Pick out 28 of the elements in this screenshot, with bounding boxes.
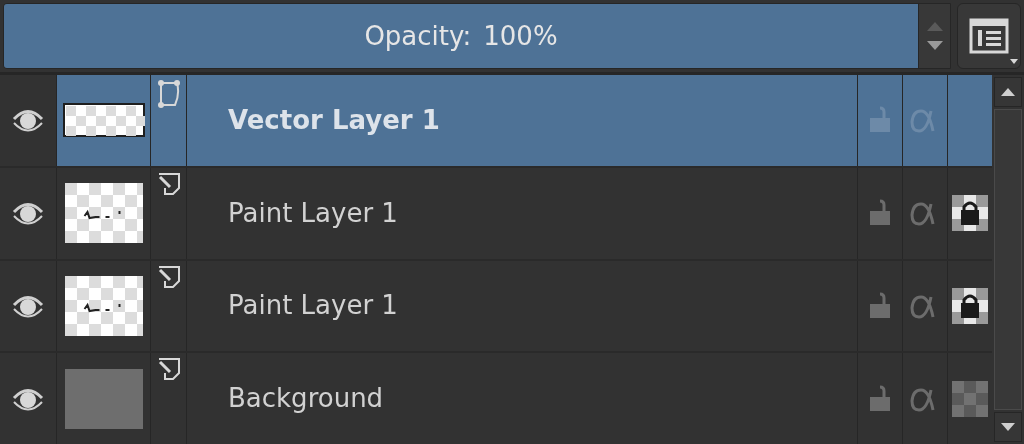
unlocked-icon[interactable] bbox=[868, 291, 892, 320]
scroll-up-button[interactable] bbox=[994, 77, 1022, 107]
alpha-lock-icon[interactable] bbox=[952, 287, 988, 324]
scrollbar[interactable] bbox=[992, 75, 1024, 444]
layer-name: Background bbox=[228, 382, 384, 416]
spin-buttons[interactable] bbox=[918, 4, 950, 68]
alpha-lock-icon[interactable] bbox=[952, 195, 988, 232]
scroll-down-button[interactable] bbox=[994, 412, 1022, 442]
opacity-label: Opacity: bbox=[364, 19, 472, 53]
spin-up-icon bbox=[926, 22, 943, 31]
unlocked-icon[interactable] bbox=[868, 199, 892, 228]
unlocked-icon[interactable] bbox=[868, 384, 892, 413]
alpha-unlocked-icon[interactable] bbox=[952, 380, 988, 417]
spin-down-icon bbox=[926, 41, 943, 50]
list-view-icon bbox=[969, 18, 1009, 54]
opacity-slider[interactable]: Opacity: 100% bbox=[3, 3, 951, 69]
paint-layer-icon bbox=[156, 171, 181, 196]
paint-layer-icon bbox=[156, 264, 181, 289]
vector-layer-icon bbox=[156, 79, 181, 109]
paint-layer-icon bbox=[156, 357, 181, 382]
layer-name: Paint Layer 1 bbox=[228, 196, 398, 230]
opacity-value: 100% bbox=[483, 19, 558, 53]
scroll-down-icon bbox=[1001, 423, 1015, 431]
dropdown-caret-icon bbox=[1010, 59, 1018, 64]
layer-name: Vector Layer 1 bbox=[228, 103, 440, 137]
scroll-up-icon bbox=[1001, 88, 1015, 96]
view-mode-button[interactable] bbox=[957, 3, 1021, 69]
layer-name: Paint Layer 1 bbox=[228, 289, 398, 323]
